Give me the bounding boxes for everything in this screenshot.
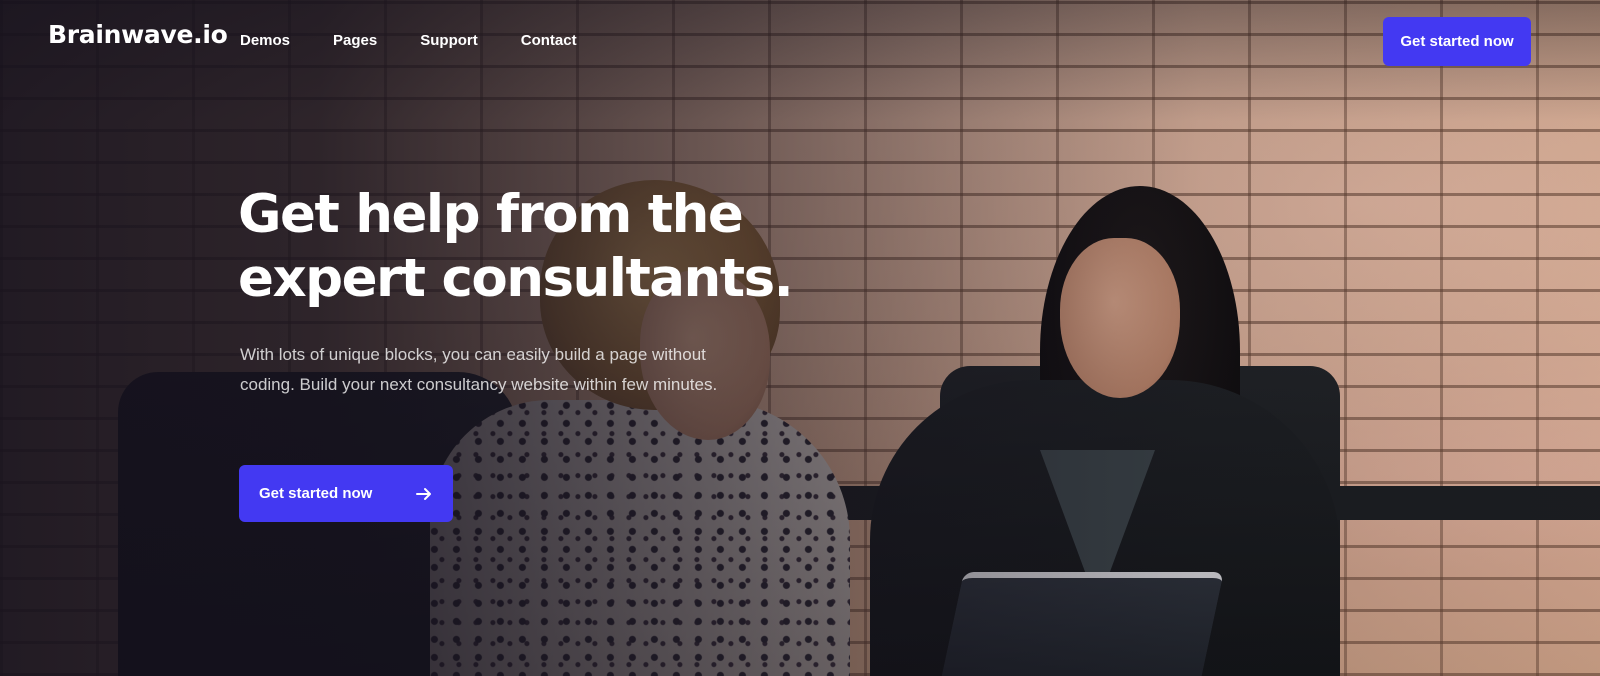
- top-navigation: Brainwave.io Demos Pages Support Contact…: [0, 0, 1600, 84]
- nav-link-contact[interactable]: Contact: [521, 32, 577, 49]
- nav-links: Demos Pages Support Contact: [240, 32, 577, 49]
- hero-subtitle: With lots of unique blocks, you can easi…: [240, 345, 718, 394]
- hero-background-image: [0, 0, 1600, 676]
- dark-overlay: [0, 0, 1600, 676]
- arrow-right-icon: [416, 487, 431, 500]
- get-started-hero-button[interactable]: Get started now: [239, 465, 453, 522]
- nav-link-support[interactable]: Support: [420, 32, 478, 49]
- nav-link-pages[interactable]: Pages: [333, 32, 377, 49]
- nav-link-demos[interactable]: Demos: [240, 32, 290, 49]
- brand-logo[interactable]: Brainwave.io: [48, 20, 228, 49]
- hero-section: Brainwave.io Demos Pages Support Contact…: [0, 0, 1600, 676]
- get-started-hero-label: Get started now: [259, 485, 373, 502]
- hero-title: Get help from the expert consultants.: [238, 183, 798, 311]
- get-started-nav-label: Get started now: [1400, 33, 1514, 50]
- hero-title-line-1: Get help from the: [238, 184, 744, 245]
- hero-title-line-2: expert consultants.: [238, 248, 794, 309]
- get-started-nav-button[interactable]: Get started now: [1383, 17, 1531, 66]
